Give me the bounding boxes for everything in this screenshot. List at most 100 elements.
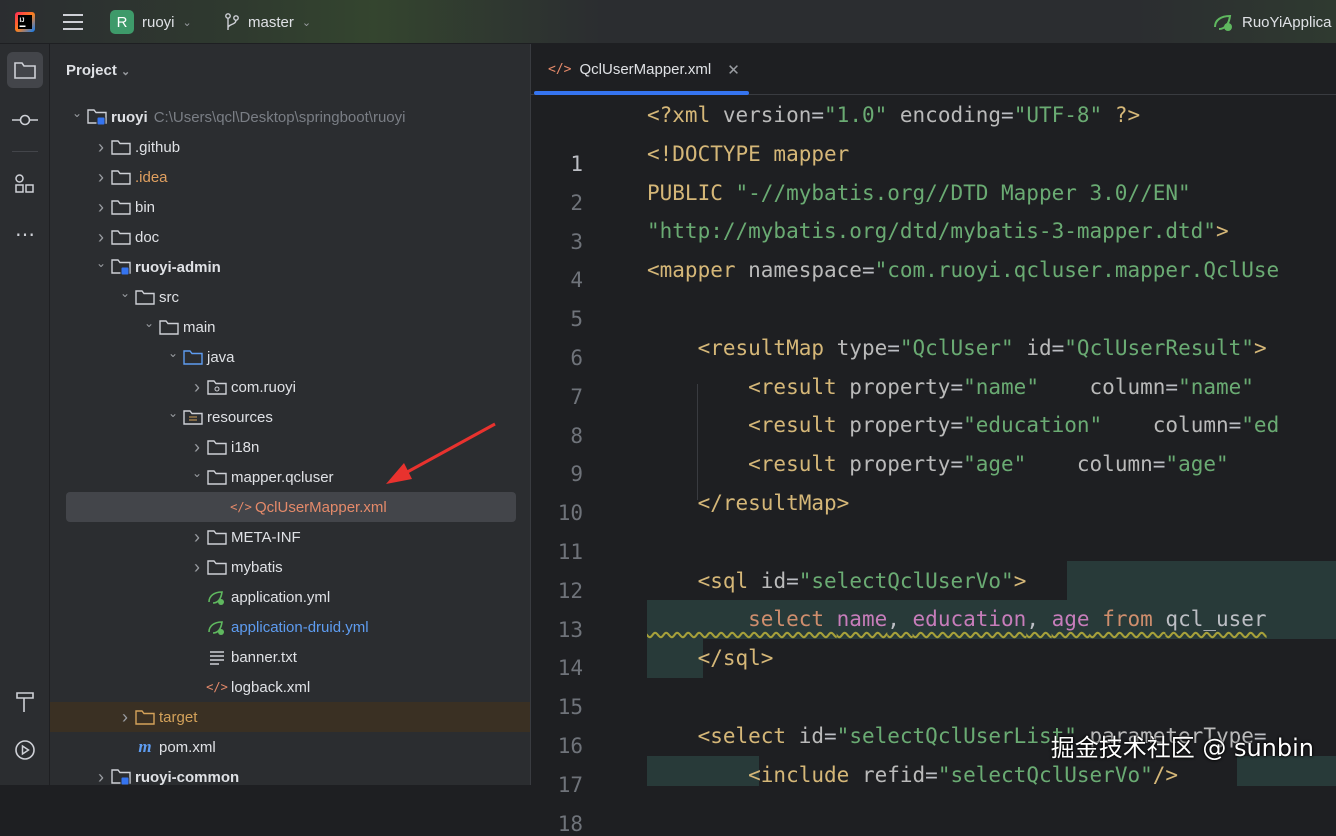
code-line: <!DOCTYPE mapper	[647, 135, 849, 173]
chevron-down-icon[interactable]: ⌄	[68, 106, 86, 120]
structure-tool-button[interactable]	[7, 166, 43, 202]
code-token: =	[824, 723, 837, 748]
tree-item[interactable]: › i18n	[50, 432, 516, 462]
tree-item[interactable]: › bin	[50, 192, 516, 222]
folder-icon	[110, 198, 132, 216]
line-number: 18	[557, 811, 583, 836]
chevron-down-icon[interactable]: ⌄	[164, 406, 182, 420]
tree-item[interactable]: application-druid.yml	[50, 612, 516, 642]
project-path: C:\Users\qcl\Desktop\springboot\ruoyi	[153, 108, 406, 126]
line-number: 8	[570, 423, 583, 448]
chevron-right-icon[interactable]: ›	[116, 707, 134, 728]
code-token: from	[1089, 607, 1166, 632]
chevron-right-icon[interactable]: ›	[188, 377, 206, 398]
code-token: column	[1102, 413, 1229, 438]
line-number: 7	[570, 384, 583, 409]
tree-item[interactable]: ⌄ java	[50, 342, 516, 372]
chevron-down-icon[interactable]: ⌄	[164, 346, 182, 360]
code-token: =	[861, 258, 875, 283]
chevron-right-icon[interactable]: ›	[92, 137, 110, 158]
chevron-down-icon[interactable]: ⌄	[188, 466, 206, 480]
services-tool-button[interactable]	[7, 732, 43, 768]
xml-icon: </>	[230, 500, 252, 514]
chevron-right-icon[interactable]: ›	[188, 527, 206, 548]
code-token: "age"	[1165, 452, 1229, 477]
intellij-logo-icon[interactable]: IJ	[14, 0, 36, 44]
chevron-right-icon[interactable]: ›	[92, 767, 110, 786]
code-token: "QclUserResult"	[1064, 335, 1254, 360]
folder-icon	[206, 468, 228, 486]
tree-item[interactable]: </> logback.xml	[50, 672, 516, 702]
xml-icon: </>	[206, 680, 228, 694]
build-tool-button[interactable]	[7, 684, 43, 720]
code-token: namespace	[748, 258, 862, 283]
tree-item[interactable]: › doc	[50, 222, 516, 252]
line-number: 14	[557, 656, 583, 681]
tree-item-label: resources	[207, 408, 273, 426]
chevron-right-icon[interactable]: ›	[188, 557, 206, 578]
project-switcher[interactable]: R ruoyi ⌄	[110, 0, 192, 44]
tree-item[interactable]: ⌄ mapper.qcluser	[50, 462, 516, 492]
project-view-selector[interactable]: Project ⌄	[66, 62, 130, 79]
main-menu-icon[interactable]	[62, 0, 84, 44]
module-icon	[86, 108, 108, 126]
divider	[12, 151, 38, 152]
tree-item[interactable]: m pom.xml	[50, 732, 516, 762]
project-tool-button[interactable]	[7, 52, 43, 88]
code-token: qcl_user	[1165, 607, 1267, 632]
tree-item[interactable]: ⌄ main	[50, 312, 516, 342]
code-token: =	[1152, 452, 1166, 477]
tree-item[interactable]: </> QclUserMapper.xml	[66, 492, 516, 522]
chevron-down-icon[interactable]: ⌄	[92, 256, 110, 270]
code-token: =	[811, 103, 825, 127]
tree-item[interactable]: ⌄ ruoyi-admin	[50, 252, 516, 282]
line-number: 4	[570, 268, 583, 293]
more-tools-icon[interactable]: ⋯	[7, 216, 43, 252]
code-token: "ed	[1241, 413, 1280, 438]
chevron-right-icon[interactable]: ›	[92, 167, 110, 188]
tree-item-label: banner.txt	[231, 648, 297, 666]
commit-tool-button[interactable]	[7, 102, 43, 138]
code-token: "name"	[1178, 374, 1254, 399]
xml-file-icon: </>	[548, 62, 572, 77]
line-number: 13	[557, 617, 583, 642]
code-token: =	[1165, 374, 1179, 399]
tree-item[interactable]: › ruoyi-common	[50, 762, 516, 785]
tree-item[interactable]: › mybatis	[50, 552, 516, 582]
code-token: select	[647, 607, 837, 632]
tree-item[interactable]: › target	[50, 702, 530, 732]
tab-label: QclUserMapper.xml	[579, 61, 712, 78]
run-config-selector[interactable]: RuoYiApplica	[1212, 0, 1332, 44]
tree-item-label: src	[159, 288, 179, 306]
code-line: PUBLIC "-//mybatis.org//DTD Mapper 3.0//…	[647, 174, 1191, 212]
line-number: 15	[557, 695, 583, 720]
tree-item[interactable]: ⌄ src	[50, 282, 516, 312]
chevron-down-icon[interactable]: ⌄	[116, 286, 134, 300]
tree-item[interactable]: › .idea	[50, 162, 516, 192]
tree-item[interactable]: › META-INF	[50, 522, 516, 552]
tree-item[interactable]: banner.txt	[50, 642, 516, 672]
tree-item[interactable]: application.yml	[50, 582, 516, 612]
chevron-right-icon[interactable]: ›	[92, 227, 110, 248]
chevron-down-icon[interactable]: ⌄	[140, 316, 158, 330]
tree-item-label: java	[207, 348, 235, 366]
tree-item[interactable]: › .github	[50, 132, 516, 162]
tab-qclusermapper-xml[interactable]: </> QclUserMapper.xml ✕	[534, 44, 749, 95]
tool-window-bar: ⋯	[0, 44, 50, 785]
close-tab-icon[interactable]: ✕	[727, 61, 740, 79]
chevron-right-icon[interactable]: ›	[188, 437, 206, 458]
folder-icon	[158, 318, 180, 336]
code-token: =	[925, 762, 938, 787]
tree-item[interactable]: ⌄ ruoyi C:\Users\qcl\Desktop\springboot\ru…	[50, 102, 516, 132]
module-icon	[110, 768, 132, 785]
spring-icon	[206, 588, 228, 606]
tree-item-label: mapper.qcluser	[231, 468, 334, 486]
tree-item-label: .github	[135, 138, 181, 156]
tree-item[interactable]: ⌄ resources	[50, 402, 516, 432]
branch-switcher[interactable]: master ⌄	[224, 0, 311, 44]
chevron-right-icon[interactable]: ›	[92, 197, 110, 218]
tree-item[interactable]: › com.ruoyi	[50, 372, 516, 402]
run-services-icon	[15, 740, 35, 760]
code-token: "1.0"	[824, 103, 888, 127]
code-token: "-//mybatis.org//DTD Mapper 3.0//EN"	[735, 180, 1191, 205]
